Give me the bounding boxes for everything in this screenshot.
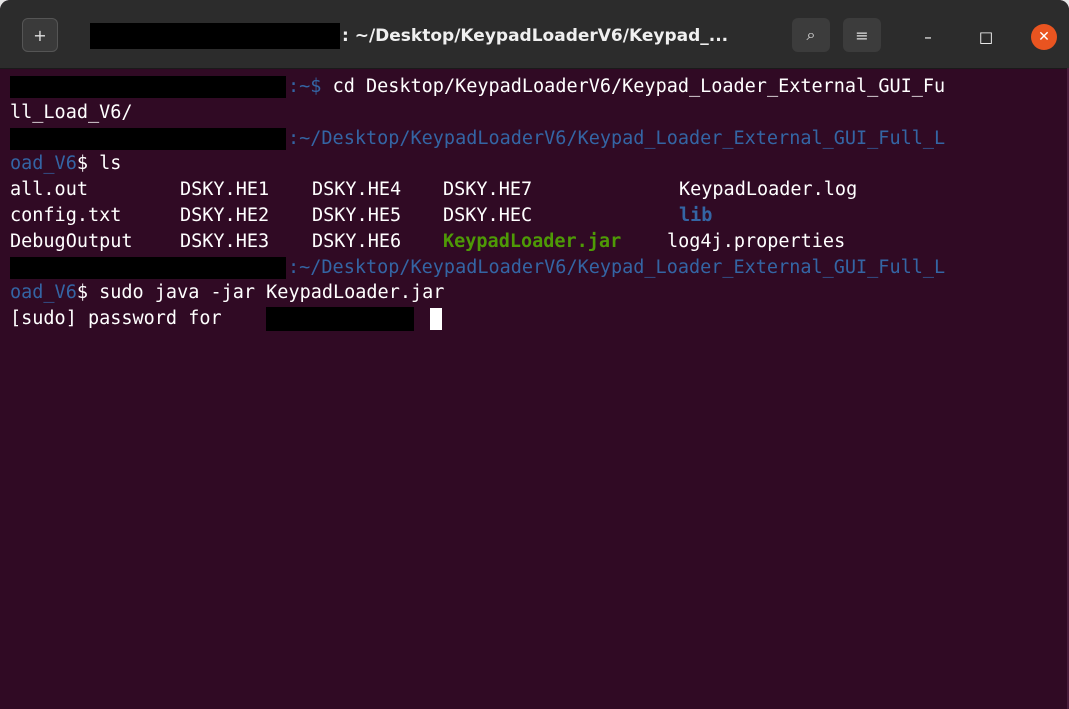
title-bar: + : ~/Desktop/KeypadLoaderV6/Keypad_... … [0,0,1069,69]
terminal-window: + : ~/Desktop/KeypadLoaderV6/Keypad_... … [0,0,1069,709]
prompt-path: oad_V6 [10,282,77,304]
prompt-path: :~/Desktop/KeypadLoaderV6/Keypad_Loader_… [288,127,946,149]
file-entry: DSKY.HE6 [312,230,402,252]
hamburger-menu-button[interactable]: ≡ [843,18,881,52]
terminal-output[interactable]: :~$ cd Desktop/KeypadLoaderV6/Keypad_Loa… [10,74,1065,704]
new-tab-button[interactable]: + [22,18,58,52]
search-button[interactable]: ⌕ [792,18,830,52]
sudo-prompt: [sudo] password for [10,308,233,330]
maximize-icon: □ [978,28,994,46]
title-redaction [90,23,340,49]
command-text: cd Desktop/KeypadLoaderV6/Keypad_Loader_… [332,76,946,97]
menu-icon: ≡ [855,25,869,45]
file-entry: config.txt [10,204,122,226]
file-entry: all.out [10,179,88,201]
username-redaction [10,127,286,150]
username-redaction [266,307,414,332]
command-text: ll_Load_V6/ [10,101,133,123]
directory-entry: lib [679,204,713,226]
terminal-line: [sudo] password for [10,306,1065,332]
new-tab-icon: + [33,25,47,45]
prompt-path: oad_V6 [10,153,77,175]
ls-row: DebugOutput DSKY.HE3 DSKY.HE6 KeypadLoad… [10,229,1065,255]
file-entry: DSKY.HEC [443,204,533,226]
terminal-line: oad_V6$ sudo java -jar KeypadLoader.jar [10,280,1065,306]
close-icon: ✕ [1038,29,1050,45]
prompt-path: :~$ [288,76,333,97]
ls-row: config.txt DSKY.HE2 DSKY.HE5 DSKY.HEC li… [10,203,1065,229]
file-entry: DebugOutput [10,230,133,252]
terminal-line: :~$ cd Desktop/KeypadLoaderV6/Keypad_Loa… [10,74,1065,100]
text-cursor [430,308,442,331]
username-redaction [10,256,286,279]
prompt-path: :~/Desktop/KeypadLoaderV6/Keypad_Loader_… [288,256,946,278]
window-title: : ~/Desktop/KeypadLoaderV6/Keypad_... [342,26,729,46]
terminal-line: ll_Load_V6/ [10,100,1065,126]
file-entry: DSKY.HE1 [180,179,270,201]
search-icon: ⌕ [806,25,816,44]
minimize-button[interactable]: – [915,24,941,50]
command-text: $ ls [76,153,122,175]
file-entry: DSKY.HE5 [312,204,402,226]
minimize-icon: – [924,28,932,46]
file-entry: DSKY.HE2 [180,204,270,226]
username-redaction [10,76,286,98]
close-button[interactable]: ✕ [1031,24,1057,50]
executable-entry: KeypadLoader.jar [443,230,622,252]
file-entry: DSKY.HE3 [180,230,270,252]
maximize-button[interactable]: □ [973,24,999,50]
ls-row: all.out DSKY.HE1 DSKY.HE4 DSKY.HE7 Keypa… [10,177,1065,203]
file-entry: log4j.properties [667,230,846,252]
file-entry: DSKY.HE7 [443,179,533,201]
terminal-line: oad_V6$ ls [10,151,1065,177]
terminal-line: :~/Desktop/KeypadLoaderV6/Keypad_Loader_… [10,255,1065,281]
file-entry: KeypadLoader.log [679,179,858,201]
command-text: $ sudo java -jar KeypadLoader.jar [76,282,445,304]
file-entry: DSKY.HE4 [312,179,402,201]
terminal-line: :~/Desktop/KeypadLoaderV6/Keypad_Loader_… [10,126,1065,152]
